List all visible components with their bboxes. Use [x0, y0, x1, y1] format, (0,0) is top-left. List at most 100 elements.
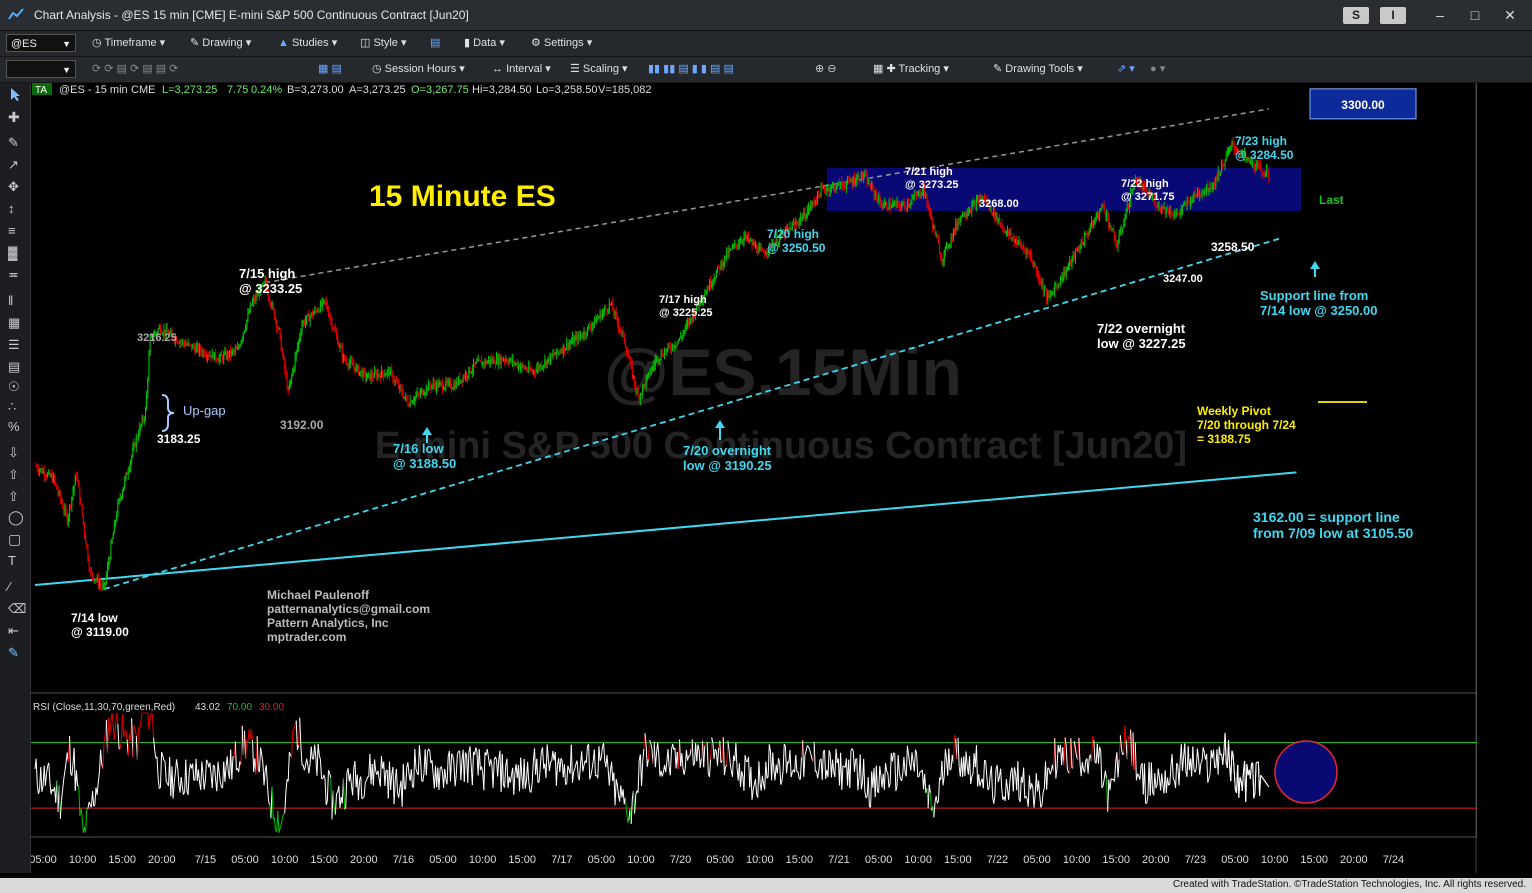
candle-body: [302, 321, 304, 325]
tracking-menu[interactable]: ▦ ✚ Tracking ▾: [873, 62, 949, 75]
refresh-icon[interactable]: ⟳ ⟳ ▤ ⟳ ▤ ▤ ⟳: [92, 62, 178, 75]
candle-body: [1125, 211, 1127, 218]
s-button[interactable]: S: [1343, 7, 1369, 24]
symbol-input[interactable]: @ES ▼: [6, 34, 76, 52]
drawing-menu[interactable]: ✎ Drawing ▾: [190, 36, 251, 49]
candle-body: [536, 368, 538, 373]
data-menu[interactable]: ▮ Data ▾: [464, 36, 505, 49]
text-icon[interactable]: T: [8, 553, 23, 568]
percent-icon[interactable]: %: [8, 419, 23, 434]
grid-icon[interactable]: ▦ ▤: [318, 62, 342, 75]
channel-icon[interactable]: ≡: [8, 223, 23, 238]
maximize-icon[interactable]: □: [1460, 6, 1490, 24]
rsi-segment: [268, 801, 271, 805]
grid-icon[interactable]: ▦: [8, 315, 23, 330]
candle-body: [849, 179, 851, 182]
rsi-segment: [157, 778, 160, 789]
target-box-label: 3300.00: [1341, 98, 1385, 112]
chart-type-icon[interactable]: ▮▮ ▮▮ ▤ ▮ ▮ ▤ ▤: [648, 62, 734, 75]
price-chart[interactable]: @ES.15Min E-mini S&P 500 Continuous Cont…: [29, 83, 1528, 873]
candle-body: [674, 346, 676, 348]
studies-menu[interactable]: ▲ Studies ▾: [278, 36, 337, 49]
rsi-segment: [563, 764, 567, 785]
up-arrow-outline-icon[interactable]: ⇧: [8, 489, 23, 504]
candle-body: [575, 335, 577, 339]
bars-icon[interactable]: ‖: [8, 293, 23, 308]
candle-body: [336, 332, 338, 337]
scaling-menu[interactable]: ☰ Scaling ▾: [570, 62, 628, 75]
session-hours-menu[interactable]: ◷ Session Hours ▾: [372, 62, 465, 75]
interval-menu[interactable]: ↔ Interval ▾: [492, 62, 551, 75]
line-tool-icon[interactable]: ∕: [8, 579, 23, 594]
down-arrow-icon[interactable]: ⇩: [8, 445, 23, 460]
ruler-icon[interactable]: ▓: [8, 245, 23, 260]
cursor-icon[interactable]: [8, 87, 23, 102]
candle-body: [904, 204, 906, 208]
rsi-segment: [689, 749, 692, 757]
candle-body: [725, 255, 727, 259]
candle-body: [47, 473, 49, 477]
rsi-segment: [1181, 756, 1185, 771]
candle-body: [573, 337, 575, 344]
candle-body: [532, 370, 534, 373]
rsi-segment: [1031, 783, 1034, 789]
candle-body: [423, 394, 425, 396]
candle-body: [1084, 234, 1086, 244]
candle-body: [547, 356, 549, 360]
rectangle-icon[interactable]: ▢: [8, 531, 23, 547]
edit-icon[interactable]: ✎: [8, 645, 23, 660]
arrows-icon[interactable]: ✥: [8, 179, 23, 194]
table-icon[interactable]: ▤: [8, 359, 23, 374]
candle-body: [1211, 187, 1213, 189]
horizontal-line-icon[interactable]: ↕: [8, 201, 23, 216]
time-tick-label: 7/23: [1185, 854, 1206, 866]
rsi-segment: [1249, 763, 1253, 779]
rsi-segment: [291, 730, 294, 758]
clock-icon: ◷: [92, 37, 105, 49]
candle-body: [832, 185, 834, 187]
circle-target-icon[interactable]: ☉: [8, 379, 23, 394]
dots-icon[interactable]: ∴: [8, 399, 23, 414]
fib-icon[interactable]: ≖: [8, 267, 23, 282]
candle-body: [975, 199, 977, 209]
comment-icon[interactable]: ● ▾: [1150, 62, 1165, 75]
eraser-icon[interactable]: ⌫: [8, 601, 26, 616]
chart-area[interactable]: @ES.15Min E-mini S&P 500 Continuous Cont…: [29, 83, 1528, 873]
rsi-segment: [1009, 770, 1012, 783]
quote-last: L=3,273.25: [162, 84, 217, 96]
minimize-icon[interactable]: –: [1425, 6, 1455, 24]
export-icon[interactable]: ⇗ ▾: [1117, 62, 1135, 75]
candle-body: [635, 384, 637, 391]
close-icon[interactable]: ✕: [1495, 6, 1525, 24]
trendline-icon[interactable]: ↗: [8, 157, 23, 172]
list-icon[interactable]: ☰: [8, 337, 23, 352]
layout-icon[interactable]: ▤: [430, 36, 440, 49]
zoom-icon[interactable]: ⊕ ⊖: [815, 62, 837, 75]
timeframe-menu[interactable]: ◷ Timeframe ▾: [92, 36, 165, 49]
candle-body: [1043, 289, 1045, 292]
style-menu[interactable]: ◫ Style ▾: [360, 36, 407, 49]
candle-body: [452, 388, 454, 390]
ellipse-icon[interactable]: ◯: [8, 509, 24, 525]
collapse-icon[interactable]: ⇤: [8, 623, 23, 638]
secondary-symbol-input[interactable]: ▼: [6, 60, 76, 78]
candle-body: [1062, 277, 1064, 281]
up-arrow-icon[interactable]: ⇧: [8, 467, 23, 482]
drawing-tools-menu[interactable]: ✎ Drawing Tools ▾: [993, 62, 1083, 75]
settings-menu[interactable]: ⚙ Settings ▾: [531, 36, 592, 49]
candle-body: [353, 365, 355, 368]
rsi-segment: [641, 762, 644, 786]
rsi-value: 43.02: [195, 702, 220, 713]
candle-body: [797, 223, 799, 225]
crosshair-icon[interactable]: ✚: [8, 109, 23, 125]
candle-body: [649, 372, 651, 376]
candle-body: [273, 308, 275, 319]
candle-body: [81, 503, 83, 516]
rsi-segment: [654, 753, 657, 768]
candle-body: [1169, 210, 1171, 214]
candle-body: [196, 345, 198, 348]
candle-body: [581, 335, 583, 338]
candle-body: [177, 342, 179, 344]
i-button[interactable]: I: [1380, 7, 1406, 24]
pencil-icon[interactable]: ✎: [8, 135, 23, 150]
